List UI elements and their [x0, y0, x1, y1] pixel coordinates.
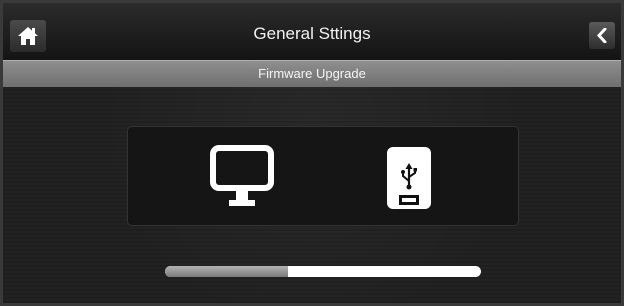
back-button[interactable]	[589, 22, 615, 49]
upgrade-progress-fill	[165, 266, 289, 277]
home-icon	[18, 27, 38, 45]
top-bar: General Sttings	[3, 3, 621, 60]
section-header: Firmware Upgrade	[3, 60, 621, 87]
home-button[interactable]	[10, 20, 46, 52]
chevron-left-icon	[597, 28, 607, 43]
monitor-icon[interactable]	[210, 145, 274, 207]
upgrade-source-panel	[127, 126, 519, 226]
firmware-upgrade-screen: General Sttings Firmware Upgrade	[0, 0, 624, 306]
page-title: General Sttings	[253, 24, 371, 43]
upgrade-progress-bar	[165, 266, 481, 277]
section-title: Firmware Upgrade	[258, 66, 366, 81]
usb-drive-icon[interactable]	[385, 145, 433, 213]
